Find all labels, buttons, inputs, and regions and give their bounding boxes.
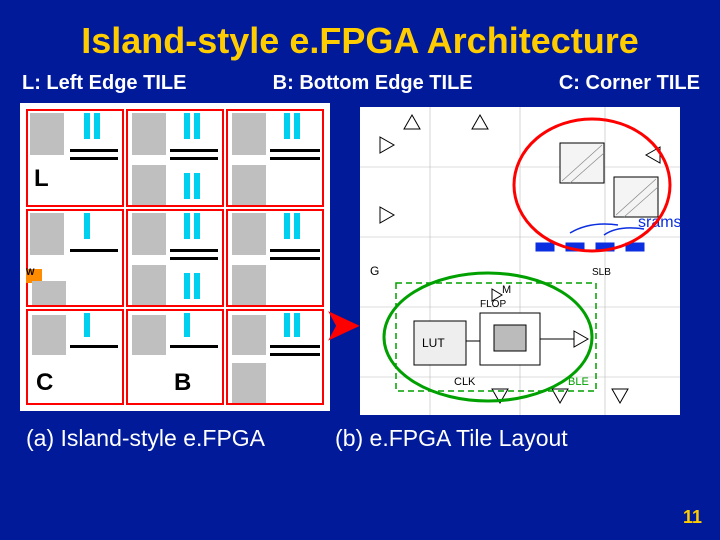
tile-legend-row: L: Left Edge TILE B: Bottom Edge TILE C:… bbox=[0, 72, 720, 103]
tile-std bbox=[226, 309, 324, 405]
m-label: M bbox=[502, 284, 511, 296]
ble-label: BLE bbox=[568, 376, 589, 388]
tile-B: B bbox=[126, 309, 224, 405]
tile-C: C bbox=[26, 309, 124, 405]
w-label: W bbox=[26, 267, 35, 277]
tile-L: L bbox=[26, 109, 124, 207]
tile-C-label: C bbox=[36, 369, 53, 397]
slb-label: SLB bbox=[592, 267, 611, 278]
caption-a: (a) Island-style e.FPGA bbox=[26, 425, 265, 452]
tile-std bbox=[126, 109, 224, 207]
legend-corner-tile: C: Corner TILE bbox=[559, 72, 700, 95]
ble-group: LUT FLOP M CLK BLE bbox=[396, 283, 596, 391]
legend-left-tile: L: Left Edge TILE bbox=[22, 72, 186, 95]
figure-b: srams G SLB LUT FLOP M bbox=[360, 107, 680, 415]
clk-label: CLK bbox=[454, 376, 476, 388]
slide-title: Island-style e.FPGA Architecture bbox=[0, 0, 720, 72]
arrow-icon: ➤ bbox=[325, 300, 360, 349]
g-label: G bbox=[370, 264, 379, 278]
sram-block bbox=[560, 143, 658, 217]
figure-a: L bbox=[20, 103, 330, 411]
caption-b: (b) e.FPGA Tile Layout bbox=[335, 425, 568, 452]
legend-bottom-tile: B: Bottom Edge TILE bbox=[273, 72, 473, 95]
tile-std: W bbox=[26, 209, 124, 307]
lut-label: LUT bbox=[422, 336, 445, 350]
tile-L-label: L bbox=[34, 165, 49, 193]
tile-B-label: B bbox=[174, 369, 191, 397]
page-number: 11 bbox=[683, 507, 702, 528]
tile-std bbox=[126, 209, 224, 307]
tile-std bbox=[226, 209, 324, 307]
tile-std bbox=[226, 109, 324, 207]
captions-row: (a) Island-style e.FPGA (b) e.FPGA Tile … bbox=[0, 415, 720, 452]
